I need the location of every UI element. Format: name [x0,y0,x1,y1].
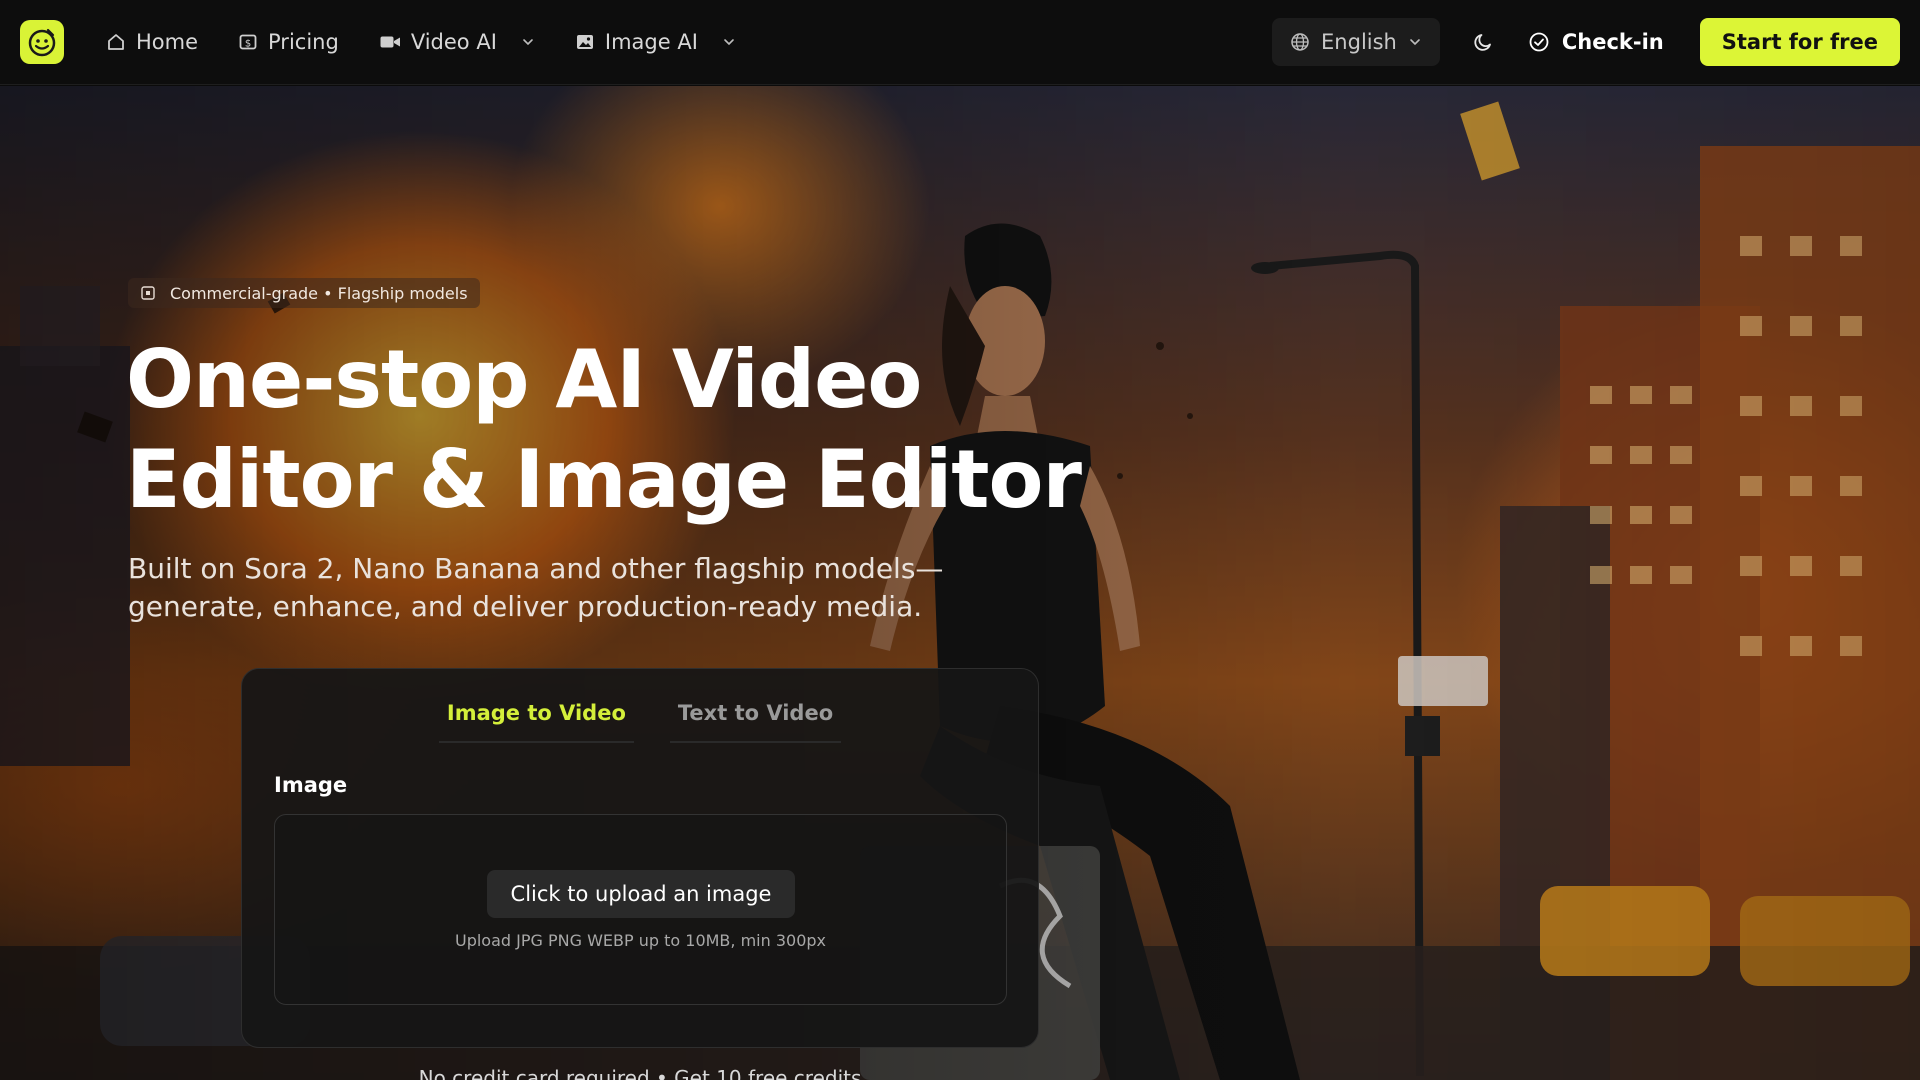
generator-tabs: Image to Video Text to Video [242,701,1038,743]
header-actions: English Check-in Start for free [1272,18,1900,66]
nav-video-ai[interactable]: Video AI [379,30,535,54]
hero-title: One-stop AI Video Editor & Image Editor [126,330,1086,530]
bowl-face-logo[interactable] [20,20,64,64]
tab-image-to-video[interactable]: Image to Video [438,701,634,743]
nav-image-ai-label: Image AI [604,30,698,54]
price-tag-icon: $ [239,34,257,50]
tab-text-to-video[interactable]: Text to Video [669,701,842,743]
svg-text:$: $ [245,39,251,50]
chevron-down-icon [724,39,734,46]
theme-toggle-button[interactable] [1464,22,1504,62]
logo-icon [28,28,56,57]
hero-title-line-1: One-stop AI Video [126,333,922,426]
globe-icon [1291,33,1309,51]
check-in-label: Check-in [1561,30,1664,54]
hero-title-line-2: Editor & Image Editor [126,433,1082,526]
badge-icon [141,286,155,300]
image-upload-dropzone[interactable]: Click to upload an image Upload JPG PNG … [274,814,1007,1005]
hero-subtitle: Built on Sora 2, Nano Banana and other f… [128,550,1008,626]
hero-subtitle-line-1: Built on Sora 2, Nano Banana and other f… [128,552,944,585]
check-circle-icon [1529,32,1549,52]
upload-image-button[interactable]: Click to upload an image [487,870,795,918]
chevron-down-icon [1410,39,1420,46]
language-label: English [1321,30,1397,54]
generator-panel: Image to Video Text to Video Image Click… [241,668,1039,1048]
video-camera-icon [380,36,400,48]
nav-video-ai-label: Video AI [410,30,497,54]
language-selector[interactable]: English [1272,18,1440,66]
nav-home[interactable]: Home [106,30,198,54]
start-for-free-button[interactable]: Start for free [1699,18,1900,66]
hero-badge-text: Commercial-grade • Flagship models [170,283,468,303]
nav-image-ai[interactable]: Image AI [575,30,736,54]
nav-pricing-label: Pricing [268,30,339,54]
nav-pricing[interactable]: $ Pricing [238,30,339,54]
upload-hint-text: Upload JPG PNG WEBP up to 10MB, min 300p… [454,931,826,950]
nav-home-label: Home [136,30,199,54]
check-in-button[interactable]: Check-in [1528,30,1664,54]
hero-subtitle-line-2: generate, enhance, and deliver productio… [128,590,923,623]
image-field-label: Image [274,773,348,797]
home-icon [108,34,124,50]
moon-icon [1474,34,1491,51]
image-icon [576,35,593,49]
free-credits-note: No credit card required • Get 10 free cr… [418,1066,862,1080]
top-navbar: Home $ Pricing Video AI Image AI English… [0,0,1920,85]
chevron-down-icon [523,39,533,46]
hero-badge: Commercial-grade • Flagship models [128,278,480,308]
main-nav: Home $ Pricing Video AI Image AI [106,30,776,54]
